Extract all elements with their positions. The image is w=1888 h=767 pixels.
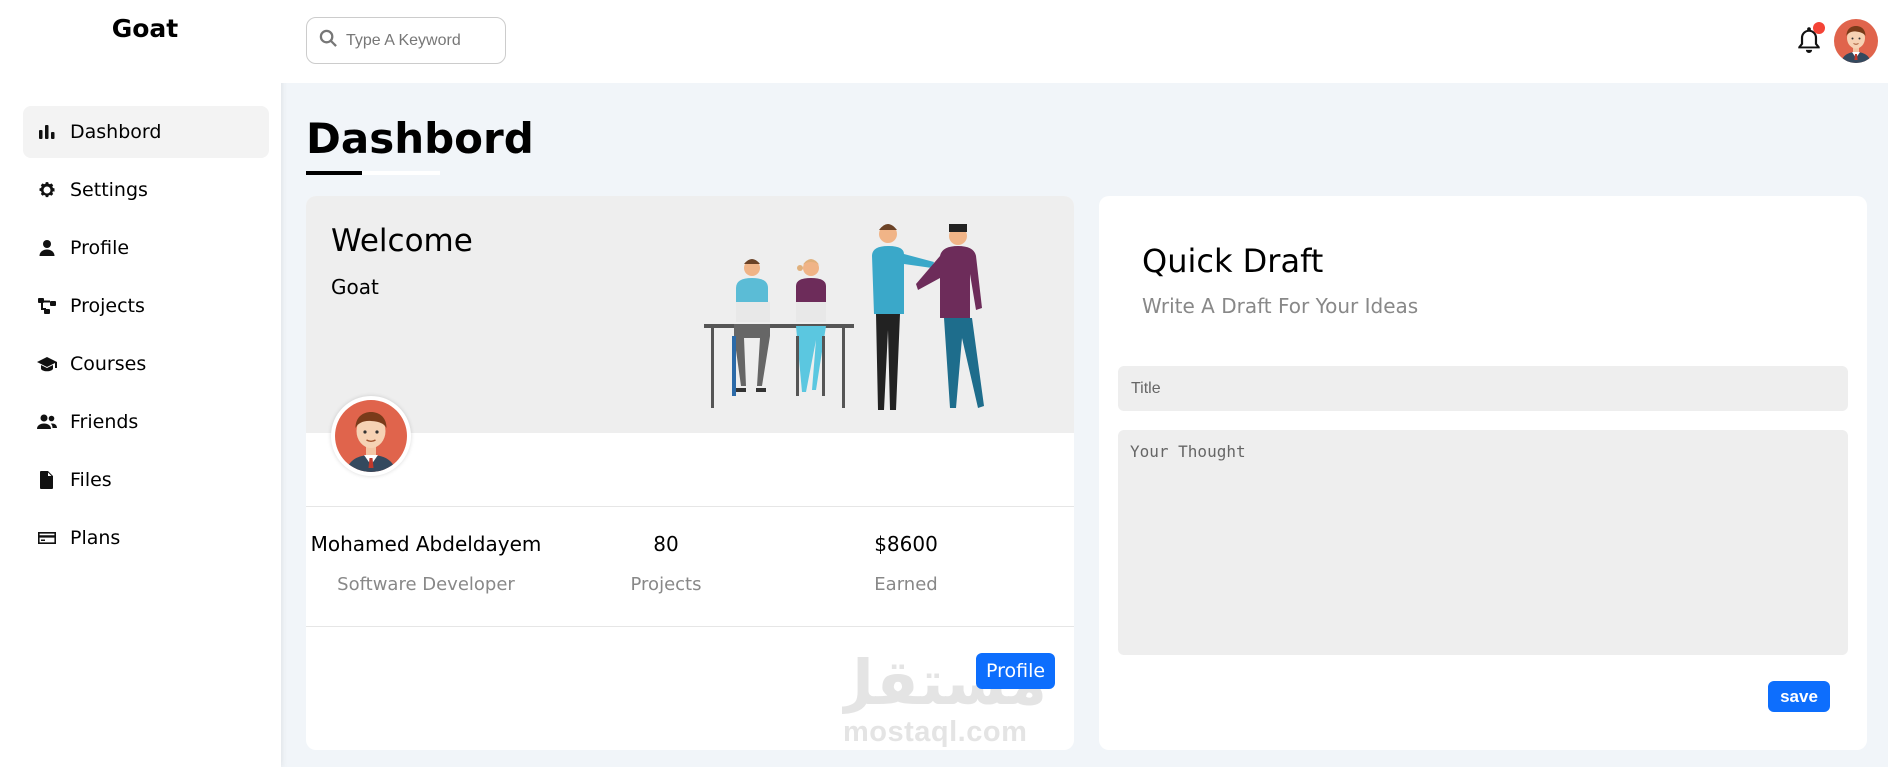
graduation-cap-icon (36, 353, 58, 375)
team-illustration (704, 224, 984, 410)
page-title: Dashbord (306, 114, 534, 163)
welcome-banner: Welcome Goat (306, 196, 1074, 433)
sidebar-item-projects[interactable]: Projects (23, 280, 269, 332)
welcome-card: Welcome Goat Mohamed Abdeldayem Software… (306, 196, 1074, 750)
stat-value: 80 (653, 532, 679, 556)
stat-earned: $8600 Earned (786, 532, 1026, 595)
bar-chart-icon (36, 121, 58, 143)
sidebar-item-label: Courses (70, 353, 147, 375)
users-icon (36, 411, 58, 433)
stat-label: Software Developer (337, 574, 515, 595)
search-icon (319, 29, 338, 52)
title-underline (306, 171, 440, 175)
welcome-title: Welcome (331, 223, 473, 259)
brand-name: Goat (111, 14, 179, 43)
search-input[interactable] (346, 31, 496, 50)
sidebar-item-plans[interactable]: Plans (23, 512, 269, 564)
stat-label: Earned (874, 574, 938, 595)
notification-button[interactable] (1795, 22, 1825, 59)
sidebar-item-settings[interactable]: Settings (23, 164, 269, 216)
draft-subtitle: Write A Draft For Your Ideas (1142, 294, 1419, 318)
credit-card-icon (36, 527, 58, 549)
profile-button[interactable]: Profile (976, 653, 1055, 689)
stat-value: Mohamed Abdeldayem (310, 532, 542, 556)
header-avatar[interactable] (1834, 19, 1878, 63)
sidebar-item-label: Friends (70, 411, 139, 433)
gear-icon (36, 179, 58, 201)
top-header (281, 0, 1888, 83)
sidebar-item-dashboard[interactable]: Dashbord (23, 106, 269, 158)
search-box[interactable] (306, 17, 506, 64)
stats-row: Mohamed Abdeldayem Software Developer 80… (306, 532, 1074, 595)
notification-dot (1813, 22, 1825, 34)
quick-draft-card: Quick Draft Write A Draft For Your Ideas… (1099, 196, 1867, 750)
sidebar-item-profile[interactable]: Profile (23, 222, 269, 274)
sidebar-item-label: Dashbord (70, 121, 162, 143)
sidebar-item-label: Settings (70, 179, 148, 201)
divider (306, 626, 1074, 627)
stat-name: Mohamed Abdeldayem Software Developer (306, 532, 546, 595)
sidebar-item-label: Projects (70, 295, 145, 317)
draft-title: Quick Draft (1142, 242, 1324, 280)
user-avatar[interactable] (331, 396, 411, 476)
sidebar-nav: Dashbord Settings Profile Projects Cours… (23, 106, 269, 570)
user-icon (36, 237, 58, 259)
sidebar-item-label: Plans (70, 527, 121, 549)
sidebar-item-label: Profile (70, 237, 130, 259)
save-button[interactable]: save (1768, 681, 1830, 712)
stat-label: Projects (630, 574, 702, 595)
stat-value: $8600 (874, 532, 938, 556)
file-icon (36, 469, 58, 491)
welcome-username: Goat (331, 275, 379, 299)
watermark-text: mostaql.com (843, 716, 1028, 748)
sidebar-item-courses[interactable]: Courses (23, 338, 269, 390)
draft-title-input[interactable] (1118, 366, 1848, 411)
bell-icon (1795, 27, 1823, 59)
sidebar-item-friends[interactable]: Friends (23, 396, 269, 448)
diagram-project-icon (36, 295, 58, 317)
divider (306, 506, 1074, 507)
sidebar-item-label: Files (70, 469, 112, 491)
stat-projects: 80 Projects (546, 532, 786, 595)
sidebar-item-files[interactable]: Files (23, 454, 269, 506)
sidebar: Goat Dashbord Settings Profile Projects (0, 0, 281, 767)
draft-thought-textarea[interactable] (1118, 430, 1848, 655)
